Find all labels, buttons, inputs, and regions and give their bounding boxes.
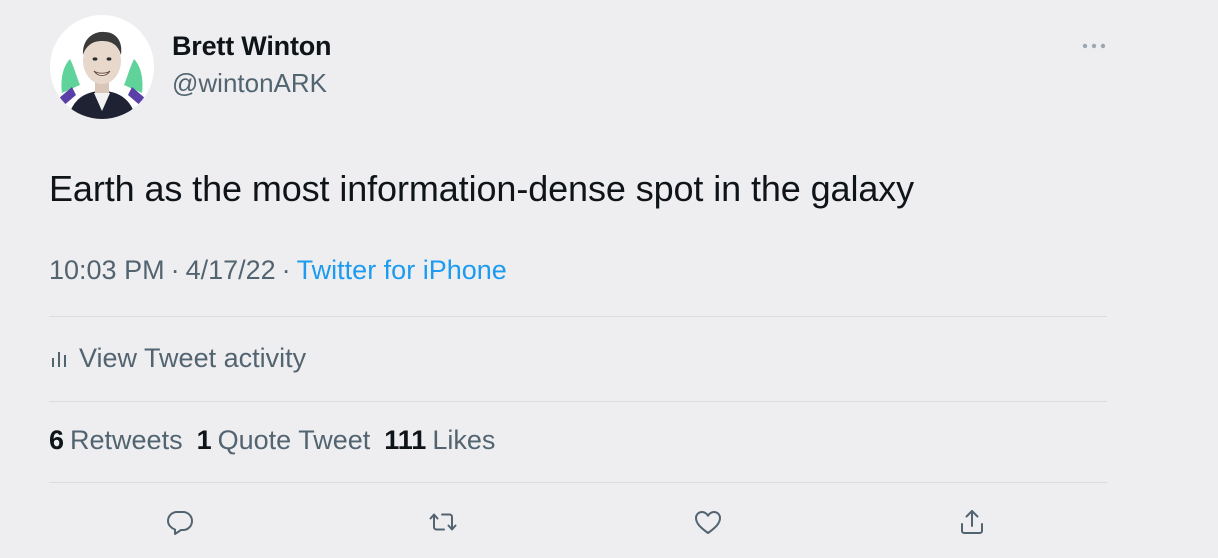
more-icon — [1082, 43, 1106, 49]
share-icon — [961, 510, 983, 534]
retweets-label: Retweets — [70, 425, 183, 455]
retweet-icon — [429, 513, 457, 531]
author-display-name[interactable]: Brett Winton — [172, 31, 332, 62]
heart-icon — [695, 511, 721, 534]
quote-tweets-stat[interactable]: 1 Quote Tweet — [197, 425, 371, 456]
tweet-stats: 6 Retweets 1 Quote Tweet 111 Likes — [49, 425, 495, 456]
divider — [49, 316, 1107, 317]
retweets-stat[interactable]: 6 Retweets — [49, 425, 183, 456]
more-options-button[interactable] — [1078, 34, 1110, 58]
view-tweet-activity-label: View Tweet activity — [79, 342, 307, 373]
tweet-time[interactable]: 10:03 PM — [49, 255, 165, 285]
like-button[interactable] — [690, 504, 726, 540]
retweet-button[interactable] — [425, 504, 461, 540]
view-tweet-activity-link[interactable]: View Tweet activity — [49, 340, 306, 376]
tweet-source-link[interactable]: Twitter for iPhone — [297, 255, 507, 285]
reply-button[interactable] — [162, 504, 198, 540]
tweet-date[interactable]: 4/17/22 — [186, 255, 276, 285]
retweets-count: 6 — [49, 425, 65, 455]
likes-count: 111 — [384, 425, 427, 455]
meta-separator: · — [281, 255, 291, 285]
tweet-metadata: 10:03 PM · 4/17/22 · Twitter for iPhone — [49, 255, 507, 286]
bar-chart-icon — [52, 352, 66, 367]
avatar-illustration — [50, 15, 154, 119]
author-handle[interactable]: @wintonARK — [172, 68, 327, 99]
reply-icon — [167, 511, 193, 535]
likes-stat[interactable]: 111 Likes — [384, 425, 495, 456]
tweet-text: Earth as the most information-dense spot… — [49, 168, 915, 209]
divider — [49, 482, 1107, 483]
tweet-card: Brett Winton @wintonARK Earth as the mos… — [0, 0, 1218, 558]
likes-label: Likes — [432, 425, 496, 455]
meta-separator: · — [170, 255, 180, 285]
avatar[interactable] — [50, 15, 154, 119]
divider — [49, 401, 1107, 402]
share-button[interactable] — [954, 504, 990, 540]
quote-tweets-label: Quote Tweet — [217, 425, 371, 455]
quote-tweets-count: 1 — [196, 425, 212, 455]
